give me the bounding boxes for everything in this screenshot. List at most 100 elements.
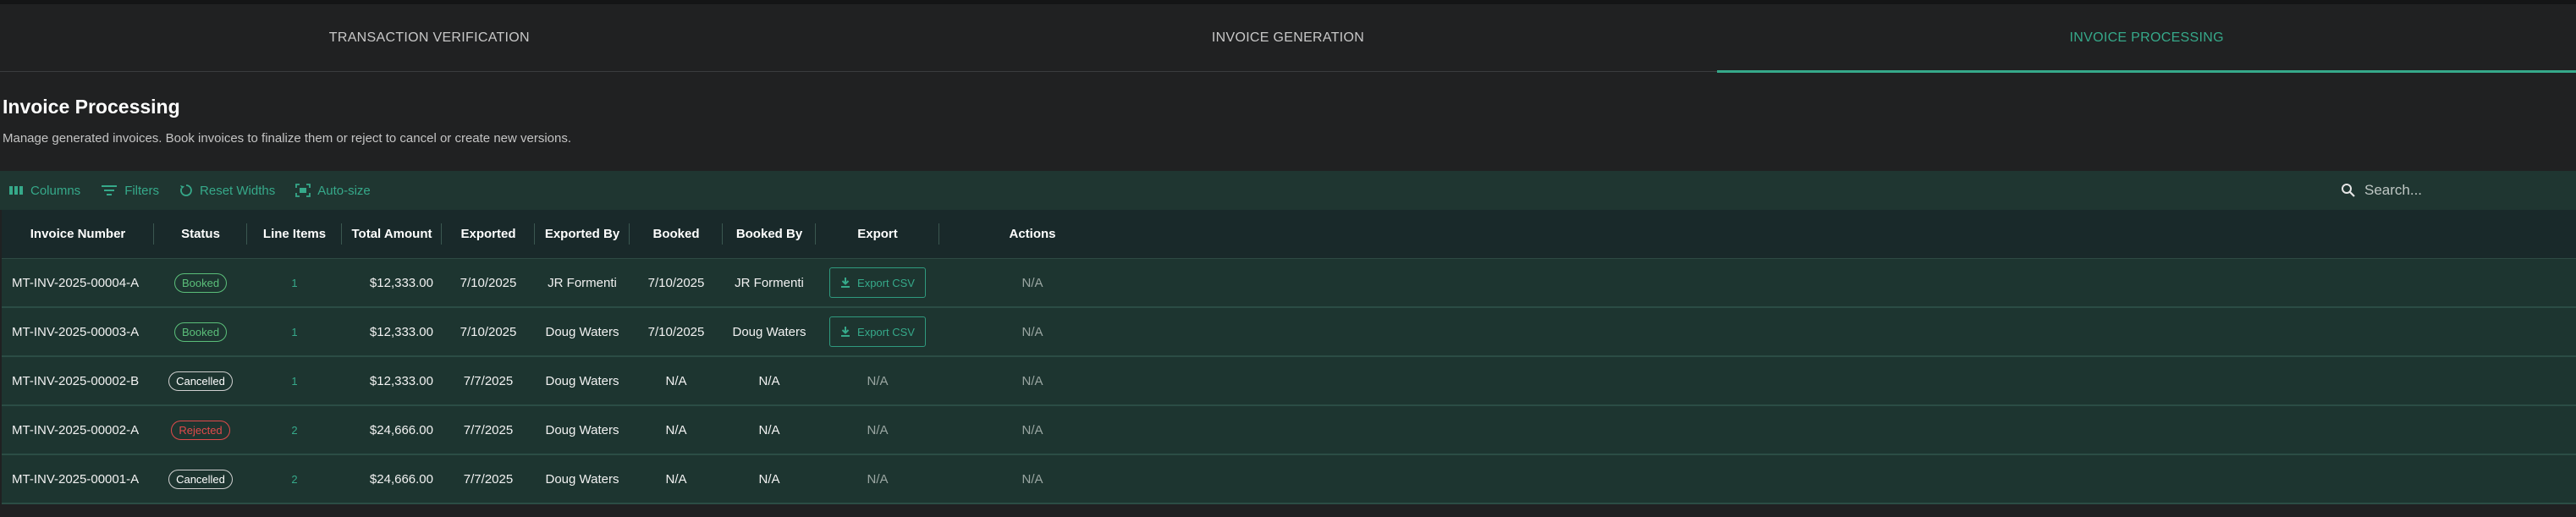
- header-filler: [1126, 210, 2576, 258]
- autosize-icon: [295, 184, 311, 197]
- cell-total-amount: $24,666.00: [369, 422, 433, 437]
- cell-actions: N/A: [939, 308, 1126, 355]
- cell-invoice-number: MT-INV-2025-00003-A: [12, 324, 140, 339]
- export-csv-label: Export CSV: [857, 325, 915, 338]
- reset-icon: [180, 184, 192, 196]
- search-input[interactable]: [2363, 181, 2561, 200]
- cell-line-items: 2: [247, 406, 342, 454]
- header-booked-by[interactable]: Booked By: [723, 210, 816, 258]
- export-na: N/A: [867, 373, 889, 388]
- status-badge: Rejected: [171, 420, 230, 440]
- page-subtitle: Manage generated invoices. Book invoices…: [3, 131, 572, 146]
- cell-export: N/A: [816, 357, 939, 404]
- header-actions[interactable]: Actions: [939, 210, 1126, 258]
- cell-booked-by: JR Formenti: [735, 275, 804, 290]
- cell-line-items: 1: [247, 357, 342, 404]
- cell-exported-by: Doug Waters: [545, 324, 619, 339]
- cell-booked: N/A: [665, 471, 687, 487]
- status-badge: Cancelled: [168, 371, 233, 391]
- cell-total-amount: $12,333.00: [369, 324, 433, 339]
- header-line-items[interactable]: Line Items: [247, 210, 342, 258]
- tab-invoice-generation[interactable]: INVOICE GENERATION: [859, 4, 1718, 71]
- row-filler: [1126, 406, 2576, 454]
- cell-exported-by: Doug Waters: [545, 471, 619, 487]
- cell-export: N/A: [816, 455, 939, 503]
- cell-booked: 7/10/2025: [647, 324, 705, 339]
- filters-label: Filters: [124, 183, 160, 198]
- download-icon: [841, 327, 850, 337]
- reset-widths-button[interactable]: Reset Widths: [179, 184, 275, 198]
- cell-booked-by: N/A: [758, 422, 780, 437]
- search-box[interactable]: [2341, 179, 2569, 201]
- tab-transaction-verification[interactable]: TRANSACTION VERIFICATION: [0, 4, 859, 71]
- cell-booked-by: N/A: [758, 373, 780, 388]
- cell-booked-by: N/A: [758, 471, 780, 487]
- cell-line-items: 2: [247, 455, 342, 503]
- autosize-button[interactable]: Auto-size: [295, 184, 371, 198]
- header-export[interactable]: Export: [816, 210, 939, 258]
- cell-status: Cancelled: [154, 455, 247, 503]
- cell-booked: N/A: [665, 422, 687, 437]
- status-badge: Cancelled: [168, 469, 233, 489]
- columns-icon: [9, 186, 23, 195]
- table-row[interactable]: MT-INV-2025-00002-A Rejected 2 $24,666.0…: [2, 406, 2576, 455]
- cell-actions: N/A: [939, 406, 1126, 454]
- table-row[interactable]: MT-INV-2025-00003-A Booked 1 $12,333.00 …: [2, 308, 2576, 357]
- cell-actions: N/A: [939, 455, 1126, 503]
- columns-button[interactable]: Columns: [8, 184, 80, 198]
- filter-icon: [102, 185, 118, 195]
- cell-actions: N/A: [939, 357, 1126, 404]
- cell-booked: N/A: [665, 373, 687, 388]
- cell-status: Booked: [154, 308, 247, 355]
- header-invoice-number[interactable]: Invoice Number: [2, 210, 154, 258]
- table-row[interactable]: MT-INV-2025-00001-A Cancelled 2 $24,666.…: [2, 455, 2576, 504]
- export-csv-button[interactable]: Export CSV: [829, 316, 926, 347]
- cell-invoice-number: MT-INV-2025-00001-A: [12, 471, 140, 487]
- header-total-amount[interactable]: Total Amount: [342, 210, 442, 258]
- line-items-count: 1: [291, 276, 298, 289]
- cell-exported: 7/7/2025: [463, 373, 514, 388]
- cell-exported: 7/10/2025: [460, 275, 517, 290]
- actions-na: N/A: [1021, 422, 1043, 437]
- table-row[interactable]: MT-INV-2025-00004-A Booked 1 $12,333.00 …: [2, 259, 2576, 308]
- row-filler: [1126, 259, 2576, 306]
- reset-widths-label: Reset Widths: [200, 183, 276, 198]
- download-icon: [841, 278, 850, 288]
- header-booked[interactable]: Booked: [630, 210, 723, 258]
- cell-invoice-number: MT-INV-2025-00004-A: [12, 275, 140, 290]
- export-na: N/A: [867, 471, 889, 487]
- invoice-table: Invoice Number Status Line Items Total A…: [2, 210, 2576, 504]
- row-filler: [1126, 308, 2576, 355]
- cell-export: Export CSV: [816, 308, 939, 355]
- cell-status: Rejected: [154, 406, 247, 454]
- cell-exported: 7/7/2025: [463, 471, 514, 487]
- status-badge: Booked: [173, 322, 228, 342]
- autosize-label: Auto-size: [317, 183, 371, 198]
- cell-line-items: 1: [247, 308, 342, 355]
- page-title: Invoice Processing: [3, 96, 180, 118]
- header-exported-by[interactable]: Exported By: [535, 210, 630, 258]
- table-row[interactable]: MT-INV-2025-00002-B Cancelled 1 $12,333.…: [2, 357, 2576, 406]
- header-exported[interactable]: Exported: [442, 210, 535, 258]
- tab-bar: TRANSACTION VERIFICATION INVOICE GENERAT…: [0, 4, 2576, 73]
- cell-booked: 7/10/2025: [647, 275, 705, 290]
- actions-na: N/A: [1021, 373, 1043, 388]
- search-icon: [2342, 184, 2355, 197]
- cell-export: Export CSV: [816, 259, 939, 306]
- grid-toolbar: Columns Filters Reset Widths Auto-size: [0, 171, 2576, 210]
- line-items-count: 2: [291, 472, 298, 486]
- filters-button[interactable]: Filters: [101, 184, 159, 198]
- cell-total-amount: $12,333.00: [369, 373, 433, 388]
- actions-na: N/A: [1021, 275, 1043, 290]
- line-items-count: 2: [291, 423, 298, 437]
- header-status[interactable]: Status: [154, 210, 247, 258]
- export-csv-label: Export CSV: [857, 276, 915, 289]
- actions-na: N/A: [1021, 324, 1043, 339]
- cell-exported-by: Doug Waters: [545, 422, 619, 437]
- export-csv-button[interactable]: Export CSV: [829, 267, 926, 298]
- columns-label: Columns: [30, 183, 81, 198]
- cell-exported-by: JR Formenti: [548, 275, 617, 290]
- status-badge: Booked: [173, 272, 228, 293]
- tab-invoice-processing[interactable]: INVOICE PROCESSING: [1717, 4, 2576, 73]
- table-header: Invoice Number Status Line Items Total A…: [2, 210, 2576, 259]
